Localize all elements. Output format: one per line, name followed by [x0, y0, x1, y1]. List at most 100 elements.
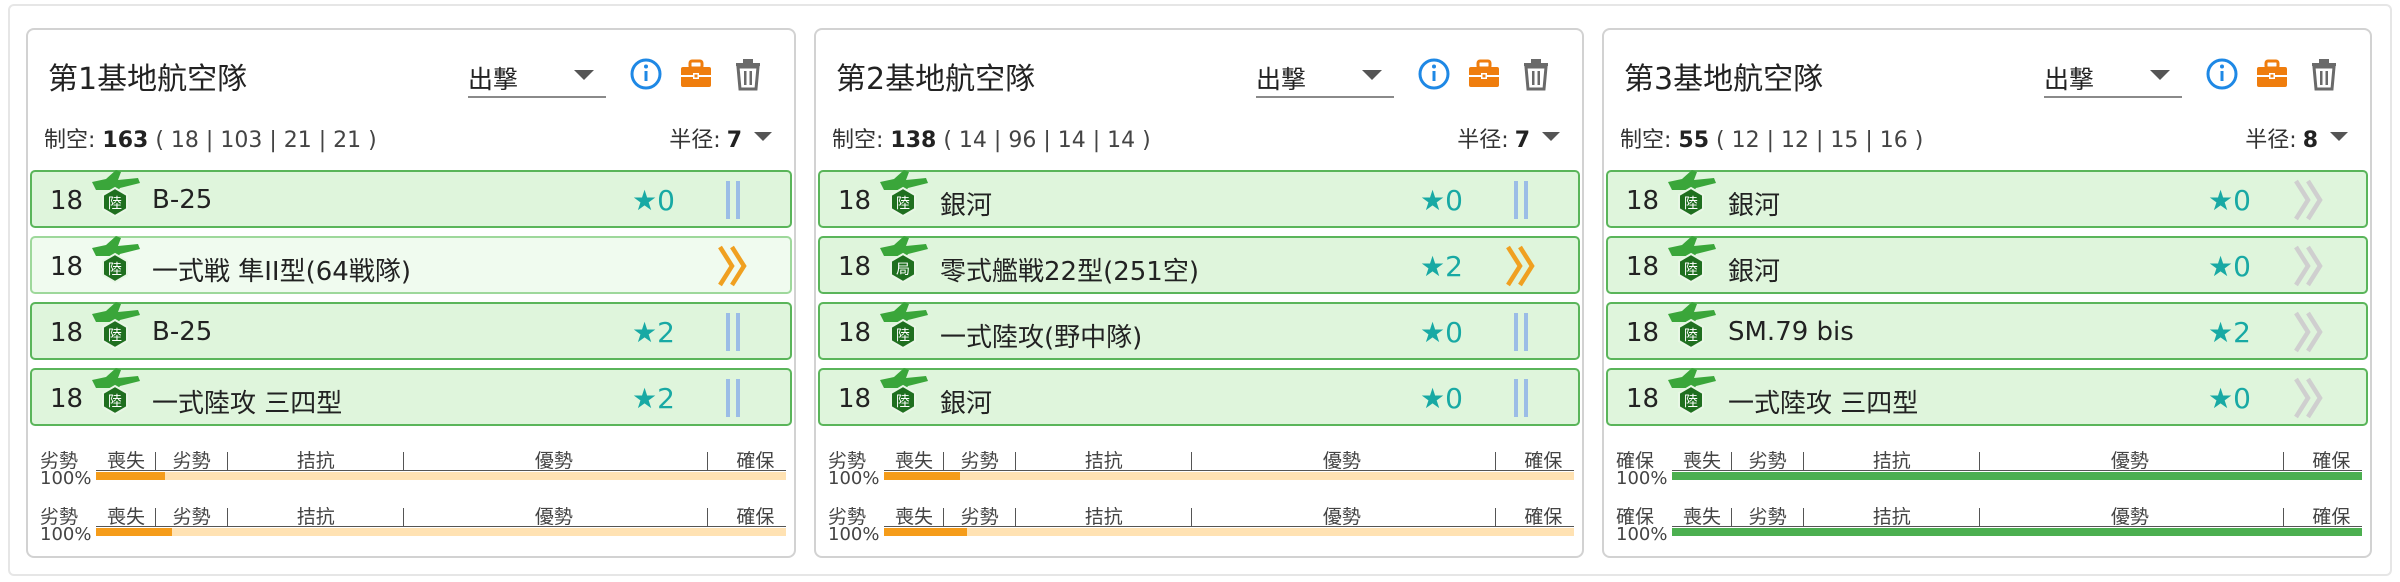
proficiency-indicator[interactable]: [2292, 310, 2328, 354]
mode-select[interactable]: 出撃: [2044, 56, 2182, 98]
equipment-slot[interactable]: 18 陸 銀河 ★0: [818, 170, 1580, 228]
air-superiority-gauge: 劣勢 100% 喪失 劣勢 拮抗 優勢 確保: [40, 446, 786, 489]
svg-text:陸: 陸: [108, 196, 122, 212]
toolbox-button[interactable]: [1462, 52, 1506, 96]
proficiency-indicator[interactable]: [1504, 178, 1540, 222]
improvement-level: ★2: [1420, 250, 1463, 283]
equipment-slot[interactable]: 18 陸 一式陸攻 三四型 ★2: [30, 368, 792, 426]
proficiency-indicator[interactable]: [1504, 244, 1540, 288]
chevron-down-icon: [2330, 132, 2348, 141]
gauge-track: [884, 472, 1574, 480]
gauge-separator: [403, 452, 405, 470]
equipment-name: 銀河: [940, 191, 993, 221]
mode-select-value: 出撃: [2044, 65, 2095, 94]
proficiency-indicator[interactable]: [2292, 178, 2328, 222]
aircraft-icon: 陸: [1668, 170, 1716, 218]
land-fighter-icon: 陸: [86, 232, 144, 290]
gauge-track: [96, 528, 786, 536]
gauge-separator: [154, 508, 156, 526]
gauge-label: 拮抗: [1084, 450, 1123, 472]
proficiency-indicator[interactable]: [1504, 376, 1540, 420]
improvement-level: ★2: [2208, 316, 2251, 349]
gauge-label: 劣勢: [1748, 450, 1787, 472]
proficiency-bar-icon: [726, 379, 740, 417]
equipment-slot[interactable]: 18 陸 銀河 ★0: [818, 368, 1580, 426]
gauge-separator: [2282, 508, 2284, 526]
mode-select[interactable]: 出撃: [1256, 56, 1394, 98]
proficiency-indicator[interactable]: [716, 178, 752, 222]
air-power-value: 55: [1678, 128, 1710, 153]
gauge-percent: 100%: [40, 524, 92, 545]
proficiency-chevron-icon: [2294, 245, 2323, 287]
gauge-label: 劣勢: [960, 506, 999, 528]
info-button[interactable]: [2200, 52, 2244, 96]
equipment-slot[interactable]: 18 局 零式艦戦22型(251空) ★2: [818, 236, 1580, 294]
gauge-label: 拮抗: [296, 506, 335, 528]
proficiency-indicator[interactable]: [716, 376, 752, 420]
chevron-down-icon: [574, 70, 594, 80]
proficiency-indicator[interactable]: [716, 244, 752, 288]
air-power-label: 制空:: [44, 128, 96, 153]
equipment-name: 一式陸攻 三四型: [152, 389, 343, 419]
equipment-slot[interactable]: 18 陸 B-25 ★0: [30, 170, 792, 228]
equipment-name: B-25: [152, 185, 213, 215]
radius-select[interactable]: 半径: 7: [669, 122, 776, 153]
proficiency-indicator[interactable]: [2292, 376, 2328, 420]
proficiency-indicator[interactable]: [1504, 310, 1540, 354]
aircraft-icon: 局: [880, 236, 928, 284]
aircraft-icon: 陸: [1668, 302, 1716, 350]
star-icon: ★: [1420, 316, 1446, 349]
proficiency-indicator[interactable]: [716, 310, 752, 354]
info-button[interactable]: [624, 52, 668, 96]
toolbox-icon: [681, 59, 711, 87]
equipment-slot[interactable]: 18 陸 一式陸攻(野中隊) ★0: [818, 302, 1580, 360]
gauge-label: 確保: [1524, 506, 1563, 528]
delete-button[interactable]: [2302, 52, 2346, 96]
gauge-separator: [706, 508, 708, 526]
chevron-down-icon: [754, 132, 772, 141]
gauge-label: 拮抗: [1872, 506, 1911, 528]
proficiency-indicator[interactable]: [2292, 244, 2328, 288]
mode-select[interactable]: 出撃: [468, 56, 606, 98]
gauge-label: 劣勢: [960, 450, 999, 472]
air-power-breakdown: ( 18 | 103 | 21 | 21 ): [155, 128, 377, 153]
equipment-slot[interactable]: 18 陸 銀河 ★0: [1606, 236, 2368, 294]
slot-count: 18: [838, 384, 872, 414]
chevron-down-icon: [1542, 132, 1560, 141]
equipment-slot[interactable]: 18 陸 B-25 ★2: [30, 302, 792, 360]
improvement-level: ★0: [2208, 184, 2251, 217]
equipment-slot[interactable]: 18 陸 一式陸攻 三四型 ★0: [1606, 368, 2368, 426]
info-button[interactable]: [1412, 52, 1456, 96]
info-icon: [1418, 58, 1450, 90]
proficiency-chevron-icon: [2294, 377, 2323, 419]
equipment-slot[interactable]: 18 陸 銀河 ★0: [1606, 170, 2368, 228]
radius-select[interactable]: 半径: 8: [2245, 122, 2352, 153]
gauge-percent: 100%: [1616, 468, 1668, 489]
gauge-fill: [96, 528, 172, 536]
equipment-name: 一式陸攻(野中隊): [940, 323, 1143, 353]
improvement-level: ★0: [1420, 382, 1463, 415]
toolbox-button[interactable]: [674, 52, 718, 96]
aircraft-icon: 陸: [92, 368, 140, 416]
gauge-label: 優勢: [2110, 450, 2149, 472]
land-attacker-icon: 陸: [874, 364, 932, 422]
equipment-name: 銀河: [1728, 257, 1781, 287]
radius-select[interactable]: 半径: 7: [1457, 122, 1564, 153]
delete-button[interactable]: [726, 52, 770, 96]
svg-text:陸: 陸: [896, 394, 910, 410]
gauge-label: 優勢: [1322, 506, 1361, 528]
delete-button[interactable]: [1514, 52, 1558, 96]
gauge-separator: [942, 452, 944, 470]
gauge-label: 確保: [2312, 450, 2351, 472]
radius-label: 半径:: [2245, 128, 2297, 153]
proficiency-bar-icon: [1514, 313, 1528, 351]
improvement-level: ★0: [632, 184, 675, 217]
gauge-separator: [1979, 452, 1981, 470]
air-superiority-gauge: 確保 100% 喪失 劣勢 拮抗 優勢 確保: [1616, 446, 2362, 489]
equipment-slot[interactable]: 18 陸 SM.79 bis ★2: [1606, 302, 2368, 360]
radius-label: 半径:: [1457, 128, 1509, 153]
equipment-slot[interactable]: 18 陸 一式戦 隼II型(64戦隊): [30, 236, 792, 294]
toolbox-button[interactable]: [2250, 52, 2294, 96]
radius-value: 7: [726, 128, 742, 153]
air-power-stats: 制空: 163 ( 18 | 103 | 21 | 21 ): [44, 122, 377, 154]
